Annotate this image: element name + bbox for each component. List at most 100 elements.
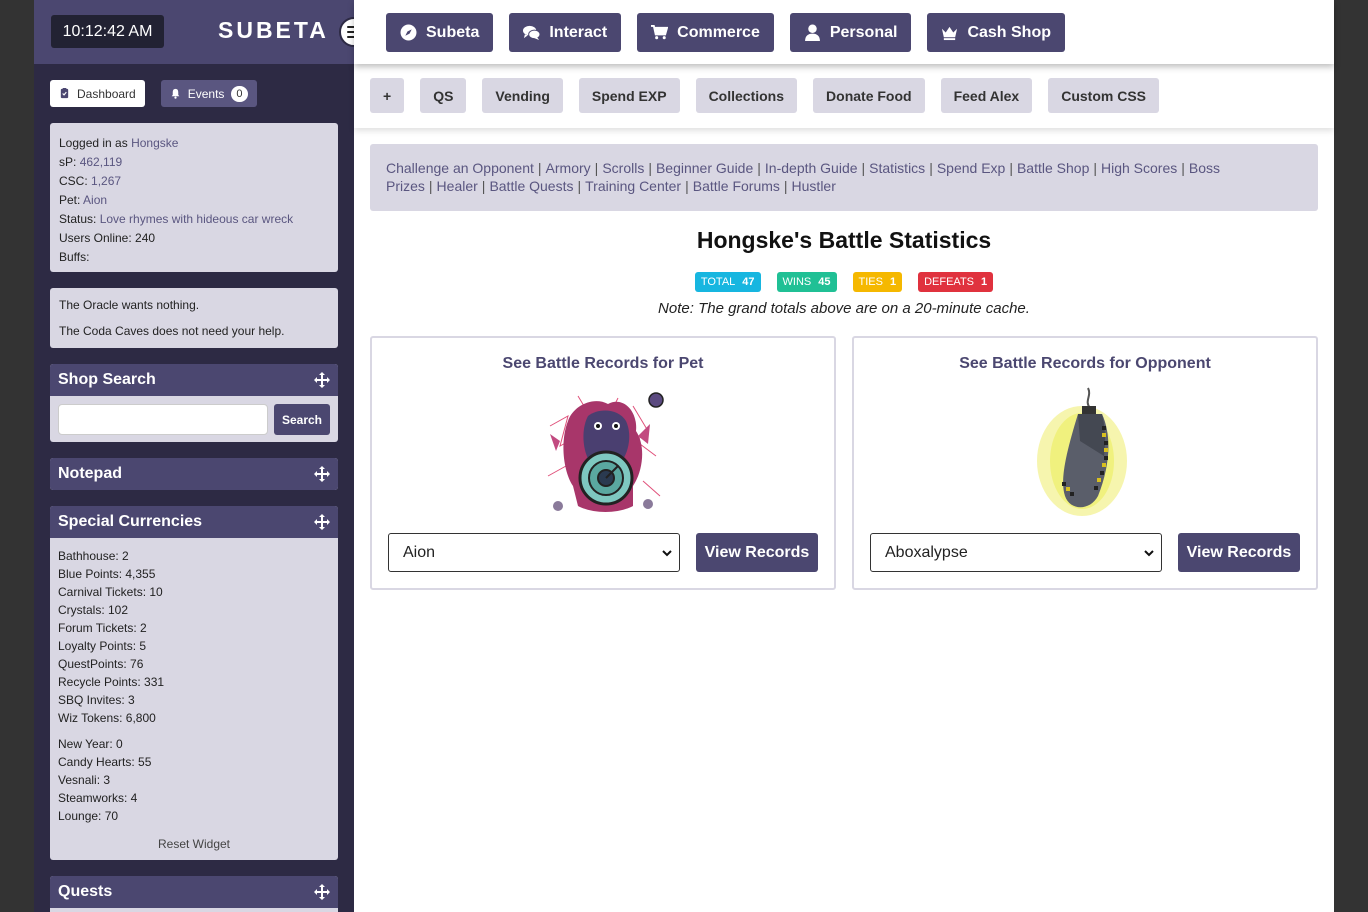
link-separator: | xyxy=(1181,160,1185,176)
nav-personal[interactable]: Personal xyxy=(789,13,912,52)
link-separator: | xyxy=(757,160,761,176)
quick-feed-alex-button[interactable]: Feed Alex xyxy=(940,78,1033,113)
battle-link[interactable]: Armory xyxy=(546,160,591,176)
nav-interact[interactable]: Interact xyxy=(509,13,622,52)
nav-label: Cash Shop xyxy=(967,23,1051,41)
notepad-widget: Notepad xyxy=(50,458,338,490)
pet-select[interactable]: Aion xyxy=(388,533,680,572)
opponent-records-card: See Battle Records for Opponent Aboxalyp… xyxy=(852,336,1318,590)
link-separator: | xyxy=(861,160,866,176)
event-currency-item: Lounge: 70 xyxy=(58,809,119,823)
menu-toggle-button[interactable] xyxy=(339,17,354,47)
battle-link[interactable]: Battle Forums xyxy=(693,178,780,194)
battle-link[interactable]: Statistics xyxy=(869,160,925,176)
quick-spend-exp-button[interactable]: Spend EXP xyxy=(578,78,680,113)
stat-value: 45 xyxy=(818,276,831,288)
battle-link[interactable]: Healer xyxy=(437,178,478,194)
nav-subeta[interactable]: Subeta xyxy=(386,13,494,52)
quick-add-button[interactable]: + xyxy=(370,78,405,113)
pet-link[interactable]: Aion xyxy=(83,193,107,207)
widget-header[interactable]: Notepad xyxy=(50,458,338,490)
move-icon[interactable] xyxy=(314,884,330,900)
sp-value[interactable]: 462,119 xyxy=(80,155,123,169)
widget-title: Notepad xyxy=(58,465,122,482)
battle-link[interactable]: Spend Exp xyxy=(937,160,1006,176)
battle-link[interactable]: Scrolls xyxy=(602,160,644,176)
nav-label: Commerce xyxy=(677,23,760,41)
link-separator: | xyxy=(783,178,788,194)
chat-icon xyxy=(523,25,541,41)
event-currency-item: New Year: 0 xyxy=(58,737,123,751)
card-title: See Battle Records for Opponent xyxy=(959,355,1211,372)
pet-row: Pet: Aion xyxy=(59,191,329,210)
quick-collections-button[interactable]: Collections xyxy=(695,78,798,113)
currency-item: Loyalty Points: 5 xyxy=(58,639,147,653)
site-logo[interactable]: SUBETA xyxy=(218,17,329,44)
battle-links-bar: Challenge an Opponent | Armory | Scrolls | Beg… xyxy=(370,144,1318,211)
cache-note: Note: The grand totals above are on a 20… xyxy=(658,300,1030,317)
link-separator: | xyxy=(577,178,582,194)
stat-badge-defeats: DEFEATS 1 xyxy=(918,272,994,292)
widget-header[interactable]: Quests xyxy=(50,876,338,908)
buffs: Buffs: xyxy=(59,250,90,264)
quick-custom-css-button[interactable]: Custom CSS xyxy=(1048,78,1159,113)
move-icon[interactable] xyxy=(314,372,330,388)
crown-icon xyxy=(942,26,958,41)
link-separator: | xyxy=(685,178,689,194)
quick-qs-button[interactable]: QS xyxy=(420,78,467,113)
stat-label: TOTAL xyxy=(700,276,736,288)
view-pet-records-button[interactable]: View Records xyxy=(696,533,818,572)
stat-value: 1 xyxy=(981,276,988,288)
nav-commerce[interactable]: Commerce xyxy=(637,13,774,52)
currency-item: Recycle Points: 331 xyxy=(58,675,165,689)
move-icon[interactable] xyxy=(314,514,330,530)
shop-search-button[interactable]: Search xyxy=(274,404,330,435)
status-value[interactable]: Love rhymes with hideous car wreck xyxy=(100,212,293,226)
battle-link[interactable]: High Scores xyxy=(1101,160,1177,176)
nav-label: Subeta xyxy=(426,23,480,41)
pet-label: Pet: xyxy=(59,193,81,207)
stat-value: 1 xyxy=(889,276,897,288)
move-icon[interactable] xyxy=(314,466,330,482)
dashboard-label: Dashboard xyxy=(77,86,136,101)
quests-widget: Quests xyxy=(50,876,338,912)
battle-link[interactable]: Beginner Guide xyxy=(656,160,753,176)
currency-item: Bathhouse: 2 xyxy=(58,549,129,563)
battle-link[interactable]: Battle Shop xyxy=(1017,160,1089,176)
stat-label: TIES xyxy=(858,276,883,288)
stat-value: 47 xyxy=(742,276,755,288)
nav-cash-shop[interactable]: Cash Shop xyxy=(927,13,1065,52)
battle-link[interactable]: Challenge an Opponent xyxy=(386,160,534,176)
widget-header[interactable]: Special Currencies xyxy=(50,506,338,538)
quick-vending-button[interactable]: Vending xyxy=(482,78,563,113)
widget-title: Shop Search xyxy=(58,371,156,388)
username-link[interactable]: Hongske xyxy=(131,136,178,150)
battle-link[interactable]: Battle Quests xyxy=(489,178,573,194)
widget-header[interactable]: Shop Search xyxy=(50,364,338,396)
link-separator: | xyxy=(481,178,486,194)
currency-item: Blue Points: 4,355 xyxy=(58,567,156,581)
events-count-badge: 0 xyxy=(231,85,248,102)
logged-in-label: Logged in as xyxy=(59,136,128,150)
cart-icon xyxy=(651,24,669,40)
opponent-select[interactable]: Aboxalypse xyxy=(870,533,1162,572)
dashboard-button[interactable]: Dashboard xyxy=(50,80,145,107)
event-currency-item: Vesnali: 3 xyxy=(58,773,111,787)
shop-search-input[interactable] xyxy=(58,404,268,435)
quick-donate-food-button[interactable]: Donate Food xyxy=(813,78,925,113)
currency-item: Crystals: 102 xyxy=(58,603,129,617)
csc-value[interactable]: 1,267 xyxy=(91,174,121,188)
battle-link[interactable]: Hustler xyxy=(792,178,836,194)
events-button[interactable]: Events 0 xyxy=(160,80,257,107)
link-separator: | xyxy=(929,160,933,176)
widget-title: Quests xyxy=(58,883,113,900)
battle-link[interactable]: In-depth Guide xyxy=(765,160,858,176)
reset-widget-link[interactable]: Reset Widget xyxy=(58,835,330,853)
battle-link[interactable]: Training Center xyxy=(585,178,681,194)
stat-badge-total: TOTAL 47 xyxy=(694,272,761,292)
stat-badge-ties: TIES 1 xyxy=(852,272,903,292)
logo-bar: 10:12:42 AM SUBETA xyxy=(34,0,354,64)
coda-caves-notice: The Coda Caves does not need your help. xyxy=(59,324,285,338)
view-opponent-records-button[interactable]: View Records xyxy=(1178,533,1300,572)
opponent-image xyxy=(1037,387,1127,516)
